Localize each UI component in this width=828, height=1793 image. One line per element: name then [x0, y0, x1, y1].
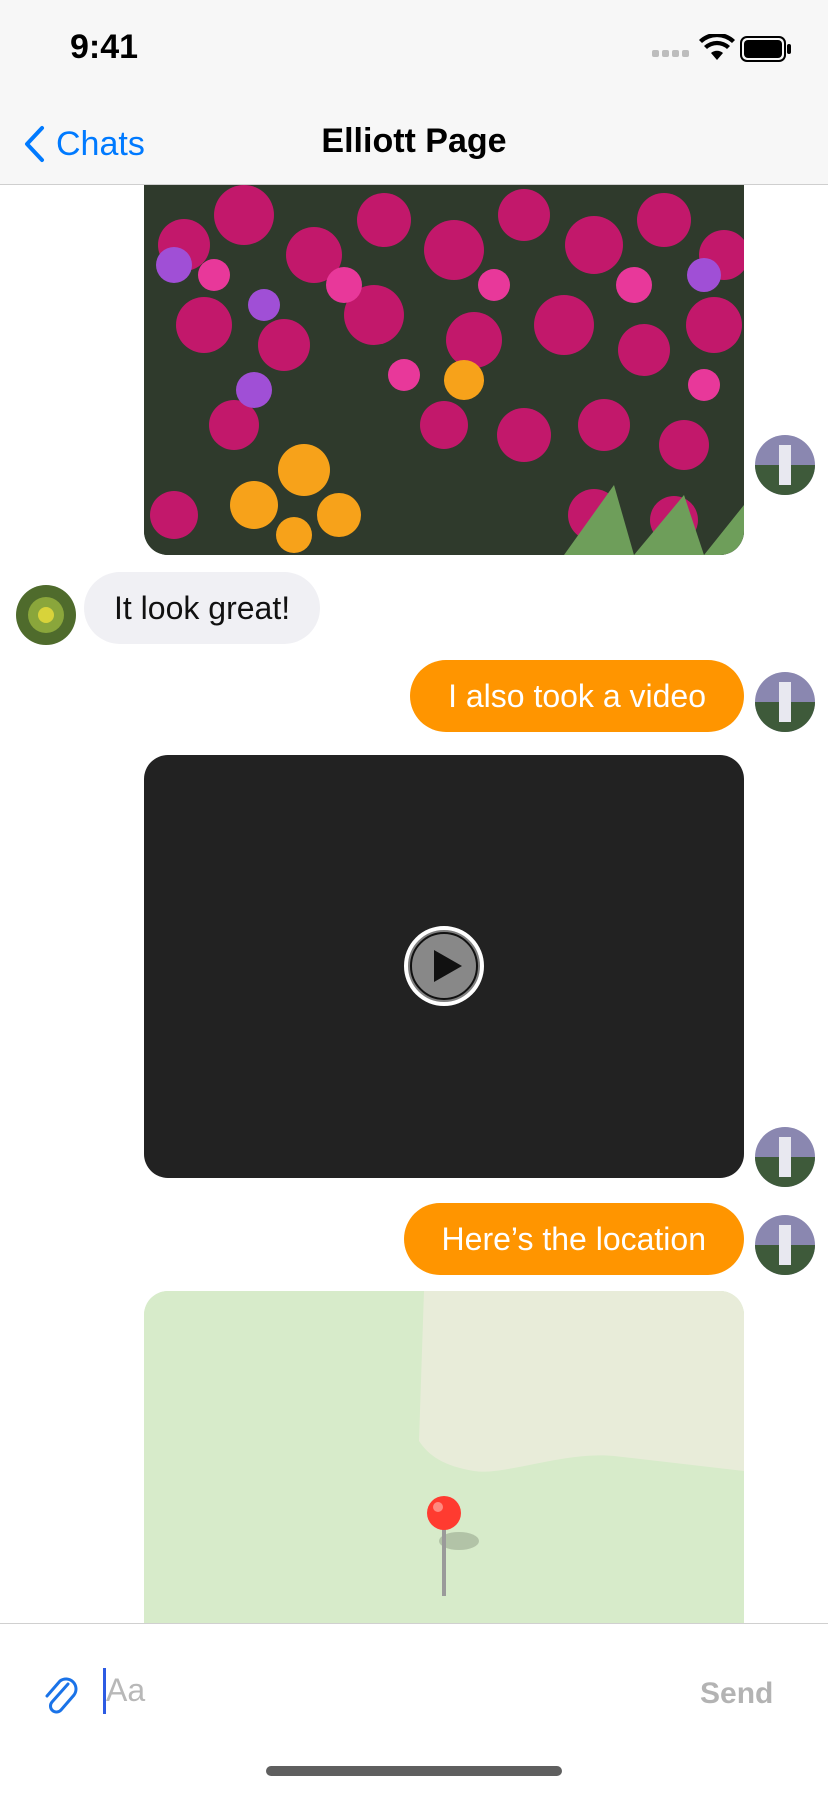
image-message[interactable] — [144, 185, 744, 555]
play-icon — [404, 926, 484, 1006]
incoming-message: It look great! — [84, 572, 321, 644]
flowers-photo — [144, 185, 744, 555]
message-text: It look great! — [114, 589, 291, 626]
waterfall-avatar-icon — [755, 435, 815, 495]
send-button[interactable]: Send — [700, 1677, 773, 1711]
message-text: Here’s the location — [441, 1220, 706, 1257]
sender-avatar[interactable] — [755, 1127, 815, 1187]
conversation-title: Elliott Page — [321, 122, 507, 160]
message-list[interactable]: It look great! I also took a video Here’… — [0, 185, 828, 1623]
map-view — [144, 1291, 744, 1623]
video-message[interactable] — [144, 755, 744, 1178]
cellular-signal-icon — [652, 50, 692, 58]
battery-icon — [740, 36, 791, 62]
contact-avatar[interactable] — [16, 585, 76, 645]
status-time: 9:41 — [70, 28, 139, 66]
message-input-bar: Send — [0, 1623, 828, 1793]
waterfall-avatar-icon — [755, 1215, 815, 1275]
outgoing-message: I also took a video — [410, 660, 744, 732]
message-input[interactable] — [106, 1664, 666, 1716]
plant-avatar-icon — [16, 585, 76, 645]
sender-avatar[interactable] — [755, 1215, 815, 1275]
message-text: I also took a video — [448, 677, 706, 714]
wifi-icon — [699, 34, 735, 60]
sender-avatar[interactable] — [755, 435, 815, 495]
home-indicator — [266, 1766, 562, 1776]
sender-avatar[interactable] — [755, 672, 815, 732]
play-button[interactable] — [403, 925, 485, 1007]
navigation-bar: Chats Elliott Page — [0, 100, 828, 185]
location-message[interactable] — [144, 1291, 744, 1623]
status-bar: 9:41 — [0, 0, 828, 100]
waterfall-avatar-icon — [755, 672, 815, 732]
paperclip-icon[interactable] — [40, 1674, 80, 1718]
outgoing-message: Here’s the location — [403, 1203, 744, 1275]
waterfall-avatar-icon — [755, 1127, 815, 1187]
